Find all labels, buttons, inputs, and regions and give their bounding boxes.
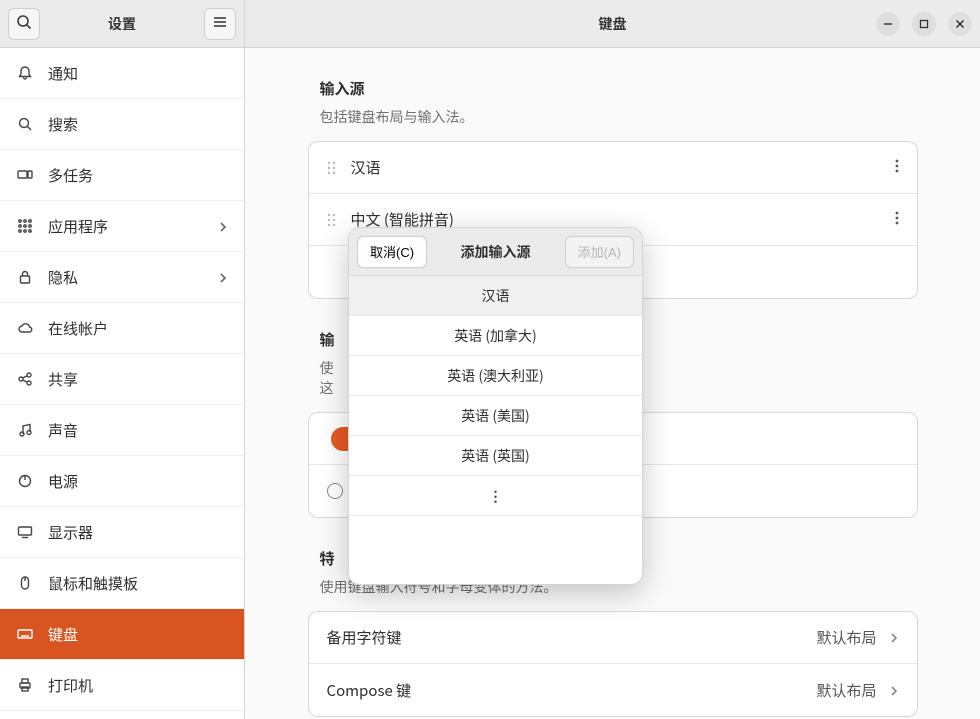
- search-icon: [16, 14, 32, 33]
- add-input-source-dialog: 取消(C) 添加输入源 添加(A) 汉语英语 (加拿大)英语 (澳大利亚)英语 …: [348, 227, 643, 585]
- special-key-label: Compose 键: [327, 680, 412, 701]
- page-title: 键盘: [599, 14, 627, 34]
- dialog-more-button[interactable]: ⋮: [349, 476, 642, 516]
- sidebar-item-cloud[interactable]: 在线帐户: [0, 303, 244, 354]
- sidebar-item-label: 打印机: [48, 675, 93, 696]
- sidebar-item-label: 搜索: [48, 114, 78, 135]
- sidebar: 通知 搜索 多任务 应用程序 隐私 在线帐户 共享 声音 电源 显示器 鼠标和触…: [0, 48, 245, 719]
- sidebar-item-mouse[interactable]: 鼠标和触摸板: [0, 558, 244, 609]
- sidebar-item-label: 电源: [48, 471, 78, 492]
- special-key-value: 默认布局: [816, 627, 876, 648]
- special-key-row[interactable]: 备用字符键 默认布局: [309, 612, 917, 664]
- special-key-value: 默认布局: [816, 680, 876, 701]
- sidebar-item-share[interactable]: 共享: [0, 354, 244, 405]
- window-controls: [876, 12, 972, 36]
- bell-icon: [16, 64, 34, 82]
- sidebar-item-label: 声音: [48, 420, 78, 441]
- dialog-language-row[interactable]: 英语 (澳大利亚): [349, 356, 642, 396]
- music-icon: [16, 421, 34, 439]
- chevron-right-icon: [889, 680, 899, 701]
- special-key-label: 备用字符键: [327, 627, 402, 648]
- hamburger-icon: [213, 15, 227, 32]
- grid-icon: [16, 217, 34, 235]
- radio-off[interactable]: [327, 483, 343, 499]
- input-source-row[interactable]: 汉语: [309, 142, 917, 194]
- section-title: 输入源: [320, 78, 918, 99]
- multitask-icon: [16, 166, 34, 184]
- sidebar-item-multitask[interactable]: 多任务: [0, 150, 244, 201]
- dialog-language-list[interactable]: 汉语英语 (加拿大)英语 (澳大利亚)英语 (美国)英语 (英国)⋮: [349, 276, 642, 516]
- dialog-language-row[interactable]: 英语 (英国): [349, 436, 642, 476]
- sidebar-item-label: 显示器: [48, 522, 93, 543]
- sidebar-item-display[interactable]: 显示器: [0, 507, 244, 558]
- maximize-button[interactable]: [912, 12, 936, 36]
- chevron-right-icon: [889, 627, 899, 648]
- header-left: 设置: [0, 0, 245, 47]
- more-menu-button[interactable]: [895, 157, 899, 178]
- dialog-header: 取消(C) 添加输入源 添加(A): [349, 228, 642, 276]
- printer-icon: [16, 676, 34, 694]
- drag-handle-icon[interactable]: [327, 213, 337, 227]
- sidebar-item-label: 键盘: [48, 624, 78, 645]
- close-button[interactable]: [948, 12, 972, 36]
- drag-handle-icon[interactable]: [327, 161, 337, 175]
- minimize-button[interactable]: [876, 12, 900, 36]
- search-button[interactable]: [8, 8, 40, 40]
- cloud-icon: [16, 319, 34, 337]
- display-icon: [16, 523, 34, 541]
- dialog-language-row[interactable]: 英语 (美国): [349, 396, 642, 436]
- sidebar-item-music[interactable]: 声音: [0, 405, 244, 456]
- sidebar-item-label: 共享: [48, 369, 78, 390]
- lock-icon: [16, 268, 34, 286]
- sidebar-item-lock[interactable]: 隐私: [0, 252, 244, 303]
- sidebar-item-label: 通知: [48, 63, 78, 84]
- more-menu-button[interactable]: [895, 209, 899, 230]
- sidebar-item-grid[interactable]: 应用程序: [0, 201, 244, 252]
- sidebar-item-search[interactable]: 搜索: [0, 99, 244, 150]
- add-button[interactable]: 添加(A): [565, 236, 634, 268]
- cancel-button[interactable]: 取消(C): [357, 236, 427, 268]
- sidebar-title: 设置: [108, 14, 136, 34]
- sidebar-item-keyboard[interactable]: 键盘: [0, 609, 244, 660]
- power-icon: [16, 472, 34, 490]
- sidebar-item-label: 多任务: [48, 165, 93, 186]
- search-icon: [16, 115, 34, 133]
- dialog-language-row[interactable]: 汉语: [349, 276, 642, 316]
- sidebar-item-label: 鼠标和触摸板: [48, 573, 138, 594]
- hamburger-menu-button[interactable]: [204, 8, 236, 40]
- special-list: 备用字符键 默认布局 Compose 键 默认布局: [308, 611, 918, 717]
- mouse-icon: [16, 574, 34, 592]
- sidebar-item-printer[interactable]: 打印机: [0, 660, 244, 711]
- chevron-right-icon: [218, 216, 228, 237]
- share-icon: [16, 370, 34, 388]
- keyboard-icon: [16, 625, 34, 643]
- dialog-language-row[interactable]: 英语 (加拿大): [349, 316, 642, 356]
- dialog-empty-area: [349, 516, 642, 584]
- sidebar-item-power[interactable]: 电源: [0, 456, 244, 507]
- header-right: 键盘: [245, 0, 980, 47]
- sidebar-item-label: 在线帐户: [48, 318, 108, 339]
- chevron-right-icon: [218, 267, 228, 288]
- sidebar-item-label: 隐私: [48, 267, 78, 288]
- input-source-label: 汉语: [351, 157, 381, 178]
- sidebar-item-bell[interactable]: 通知: [0, 48, 244, 99]
- section-desc: 包括键盘布局与输入法。: [320, 107, 918, 127]
- sidebar-item-label: 应用程序: [48, 216, 108, 237]
- special-key-row[interactable]: Compose 键 默认布局: [309, 664, 917, 716]
- headerbar: 设置 键盘: [0, 0, 980, 48]
